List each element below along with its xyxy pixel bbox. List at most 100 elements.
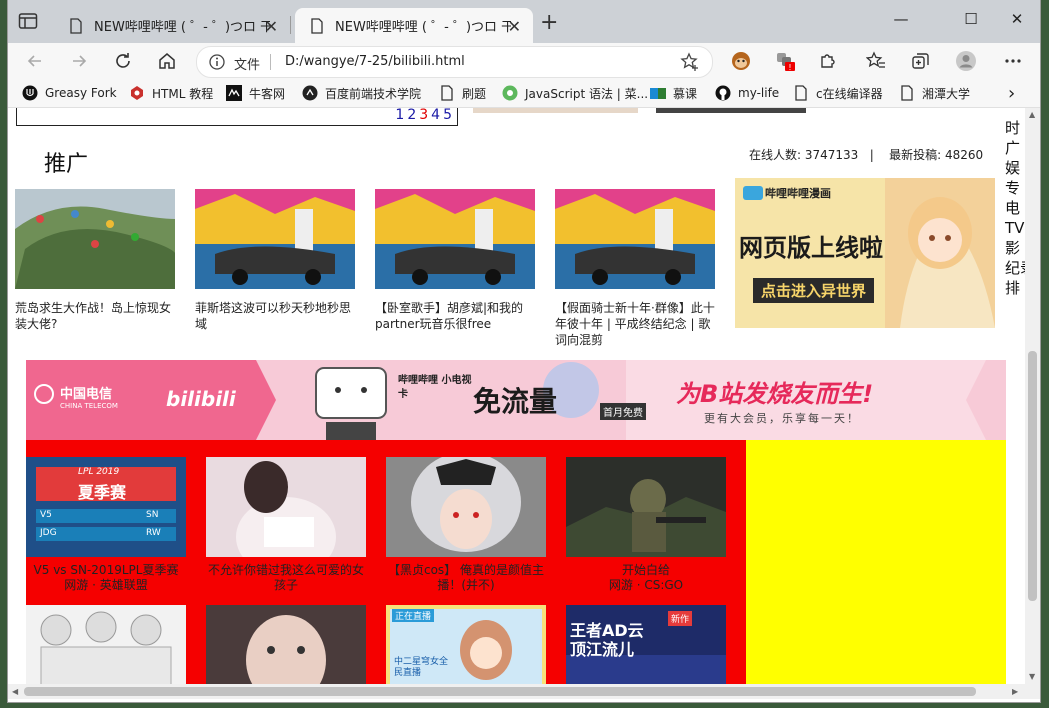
- scroll-left-icon[interactable]: ◀: [12, 687, 18, 696]
- lpl-team: RW: [146, 528, 161, 538]
- bookmark-html-tutorial[interactable]: HTML 教程: [129, 84, 213, 102]
- graffiti-car-thumbnail: [195, 189, 355, 289]
- browser-toolbar: 文件 D:/wangye/7-25/bilibili.html !: [8, 43, 1040, 79]
- carousel-pager: 12345: [16, 108, 458, 126]
- promo-caption: 荒岛求生大作战！岛上惊现女装大佬?: [15, 301, 172, 331]
- bookmark-nowcoder[interactable]: 牛客网: [226, 84, 285, 102]
- page-icon: [793, 85, 809, 101]
- bookmark-greasy-fork[interactable]: Greasy Fork: [22, 84, 117, 102]
- promo-card[interactable]: 【卧室歌手】胡彦斌|和我的partner玩音乐很free: [375, 189, 535, 332]
- right-nav-item[interactable]: 电: [1005, 198, 1025, 218]
- vertical-scrollbar[interactable]: ▲ ▼: [1025, 108, 1040, 684]
- horizontal-scroll-thumb[interactable]: [24, 687, 976, 696]
- bookmark-my-life[interactable]: my-life: [715, 84, 779, 102]
- back-icon[interactable]: [22, 48, 48, 74]
- comic-enter-button[interactable]: 点击进入异世界: [753, 278, 875, 303]
- right-nav-item[interactable]: 时: [1005, 118, 1025, 138]
- video-card[interactable]: 王者AD云顶江流儿 新作: [566, 605, 726, 684]
- section-title: 推广: [44, 152, 89, 177]
- cosplay-thumbnail: [386, 457, 546, 557]
- right-nav-item[interactable]: 娱: [1005, 158, 1025, 178]
- scroll-right-icon[interactable]: ▶: [1012, 687, 1018, 696]
- favorites-icon[interactable]: [864, 49, 888, 73]
- promo-slogan: 为B站发烧友而生!: [676, 380, 874, 408]
- home-icon[interactable]: [154, 48, 180, 74]
- right-nav-item[interactable]: 排: [1005, 278, 1025, 298]
- collections-icon[interactable]: [909, 49, 933, 73]
- tab-bilibili-1[interactable]: NEW哔哩哔哩 ( ゜- ゜)つロ 干杯~ ✕: [54, 8, 290, 43]
- maximize-button[interactable]: ☐: [948, 10, 994, 32]
- github-icon: [715, 85, 731, 101]
- scroll-down-icon[interactable]: ▼: [1029, 672, 1035, 681]
- online-label: 在线人数:: [749, 148, 802, 162]
- imooc-icon: [650, 85, 666, 101]
- card-label: 哔哩哔哩 小电视卡: [398, 375, 472, 400]
- tab-actions-icon[interactable]: [18, 12, 40, 32]
- video-card[interactable]: 正在直播 中二星穹女全民直播: [386, 605, 546, 684]
- pager-1[interactable]: 1: [395, 108, 407, 123]
- tab-bilibili-2[interactable]: NEW哔哩哔哩 ( ゜- ゜)つロ 干杯~ ✕: [295, 8, 533, 43]
- bookmark-imooc[interactable]: 慕课: [650, 84, 697, 102]
- info-icon[interactable]: [209, 54, 225, 73]
- video-card[interactable]: 不允许你错过我这么可爱的女孩子: [206, 457, 366, 593]
- video-title: 不允许你错过我这么可爱的女孩子: [207, 563, 364, 592]
- tab-divider: [290, 16, 291, 34]
- address-url[interactable]: D:/wangye/7-25/bilibili.html: [285, 54, 465, 69]
- bookmarks-more-chevron-icon[interactable]: ›: [1008, 83, 1015, 104]
- video-card[interactable]: 开始白给 网游 · CS:GO: [566, 457, 726, 593]
- refresh-icon[interactable]: [110, 48, 136, 74]
- pager-5[interactable]: 5: [443, 108, 455, 123]
- tab-close-icon[interactable]: ✕: [508, 17, 521, 36]
- extension-monkey-icon[interactable]: [729, 49, 753, 73]
- svg-text:!: !: [788, 63, 791, 72]
- video-subtitle: 网游 · 英雄联盟: [64, 578, 148, 592]
- pager-4[interactable]: 4: [431, 108, 443, 123]
- promo-card[interactable]: 【假面骑士新十年·群像】此十年彼十年 | 平成终结纪念 | 歌词向混剪: [555, 189, 715, 348]
- video-card[interactable]: 【黑贞cos】 俺真的是颜值主播！(并不): [386, 457, 546, 593]
- favorite-add-icon[interactable]: [680, 52, 700, 75]
- video-card[interactable]: [26, 605, 186, 684]
- profile-avatar-icon[interactable]: [954, 49, 978, 73]
- comic-banner[interactable]: 哔哩哔哩漫画 网页版上线啦 点击进入异世界: [735, 178, 995, 328]
- telecom-promo-banner[interactable]: 中国电信 CHINA TELECOM bilibili 哔哩哔哩 小电视卡 免流…: [26, 360, 1006, 440]
- file-icon: [309, 17, 325, 34]
- close-window-button[interactable]: ✕: [994, 10, 1040, 32]
- bookmark-practice[interactable]: 刷题: [439, 84, 486, 102]
- tab-close-icon[interactable]: ✕: [265, 17, 278, 36]
- bookmark-baidu-ife[interactable]: 百度前端技术学院: [302, 84, 421, 102]
- bookmark-c-compiler[interactable]: c在线编译器: [793, 84, 883, 102]
- page-icon: [439, 85, 455, 101]
- video-card[interactable]: [206, 605, 366, 684]
- new-posts-count: 48260: [944, 148, 984, 162]
- extensions-puzzle-icon[interactable]: [816, 49, 840, 73]
- anime-live-thumbnail: 正在直播 中二星穹女全民直播: [386, 605, 546, 684]
- new-badge: 新作: [668, 611, 693, 626]
- video-card[interactable]: LPL 2019 夏季赛 V5 SN JDG RW V5 vs SN-2019L…: [26, 457, 186, 593]
- right-nav-item[interactable]: 专: [1005, 178, 1025, 198]
- right-nav-item[interactable]: 影: [1005, 238, 1025, 258]
- comic-headline: 网页版上线啦: [739, 234, 883, 262]
- forward-icon[interactable]: [66, 48, 92, 74]
- stats-divider: |: [869, 148, 874, 162]
- new-tab-button[interactable]: +: [540, 12, 558, 34]
- pager-3[interactable]: 3: [419, 108, 431, 123]
- minimize-button[interactable]: —: [878, 10, 924, 32]
- bookmark-js-syntax[interactable]: JavaScript 语法 | 菜...: [502, 84, 648, 102]
- vertical-scroll-thumb[interactable]: [1028, 351, 1037, 601]
- right-nav-column: 时 广 娱 专 电 TV 影 纪录 排: [1005, 118, 1025, 298]
- right-nav-item[interactable]: TV: [1005, 218, 1025, 238]
- promo-card[interactable]: 菲斯塔这波可以秒天秒地秒思域: [195, 189, 355, 332]
- address-bar[interactable]: 文件 D:/wangye/7-25/bilibili.html: [196, 46, 713, 78]
- right-nav-item[interactable]: 广: [1005, 138, 1025, 158]
- bilibili-logo: bilibili: [166, 387, 236, 411]
- promo-card[interactable]: 荒岛求生大作战！岛上惊现女装大佬?: [15, 189, 175, 332]
- pager-2[interactable]: 2: [407, 108, 419, 123]
- more-menu-icon[interactable]: [1001, 49, 1025, 73]
- scroll-up-icon[interactable]: ▲: [1029, 110, 1035, 119]
- scrollbar-corner: [1025, 684, 1040, 699]
- horizontal-scrollbar[interactable]: ◀ ▶: [8, 684, 1025, 699]
- right-nav-item[interactable]: 纪录: [1005, 258, 1025, 278]
- live-badge: 正在直播: [392, 609, 435, 622]
- bookmark-xtu[interactable]: 湘潭大学: [899, 84, 970, 102]
- extension-alert-icon[interactable]: !: [773, 49, 797, 73]
